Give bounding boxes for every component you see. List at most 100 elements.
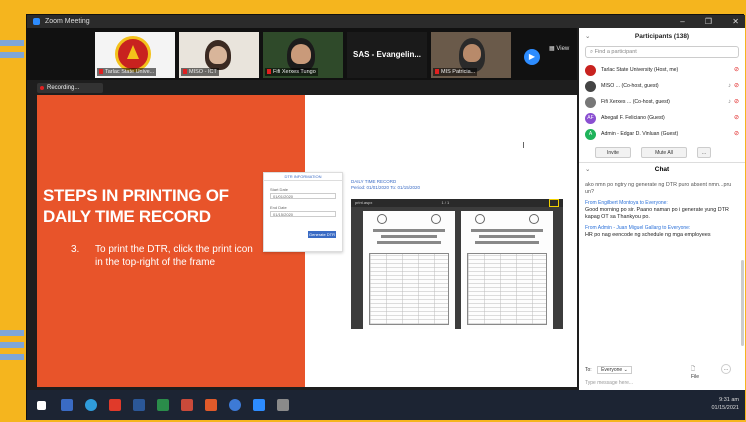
avatar [585, 65, 596, 76]
video-off-icon: ⊘ [733, 99, 739, 105]
muted-mic-icon [99, 69, 103, 75]
mic-icon: ♪ [727, 99, 731, 105]
video-tile[interactable]: MIS Patricia... [431, 32, 511, 78]
video-off-icon: ⊘ [733, 83, 739, 89]
participant-row[interactable]: Fifi Xerxes ... (Co-host, guest) ♪ ⊘ [579, 94, 745, 110]
maximize-button[interactable]: ❐ [705, 17, 712, 26]
participant-row[interactable]: A Admin - Edgar D. Vinluan (Guest) ⊘ [579, 126, 745, 142]
app-icon[interactable] [205, 399, 217, 411]
participant-status: ⊘ [734, 62, 739, 78]
tile-name: SAS - Evangelin... [352, 50, 421, 59]
mic-muted-icon: ⊘ [733, 131, 739, 137]
dtr-table [369, 253, 449, 325]
page-text-line [475, 241, 539, 244]
print-icon[interactable] [549, 199, 559, 207]
muted-mic-icon [267, 69, 271, 75]
decor-stripe [0, 52, 24, 58]
video-tile[interactable]: Fifi Xerxes Tungo [263, 32, 343, 78]
participant-row[interactable]: AF Abegail F. Feliciano (Guest) ⊘ [579, 110, 745, 126]
avatar [585, 81, 596, 92]
participant-face [209, 46, 227, 64]
close-button[interactable]: ✕ [732, 17, 739, 26]
step-number: 3. [71, 244, 80, 255]
chat-message-input[interactable]: Type message here... [585, 380, 633, 386]
participant-status: ♪ ⊘ [728, 94, 739, 110]
clock-date: 01/15/2021 [711, 405, 739, 411]
recording-label: Recording... [47, 85, 80, 91]
app-icon[interactable] [277, 399, 289, 411]
participant-status: ⊘ [734, 110, 739, 126]
participants-header: ⌄ Participants (138) [579, 28, 745, 46]
avatar: A [585, 129, 596, 140]
more-icon[interactable]: … [721, 364, 731, 374]
chevron-down-icon[interactable]: ⌄ [585, 163, 590, 177]
participant-row[interactable]: Tarlac State University (Host, me) ⊘ [579, 62, 745, 78]
start-date-label: Start Date [270, 187, 289, 192]
participant-row[interactable]: MISO ... (Co-host, guest) ♪ ⊘ [579, 78, 745, 94]
chat-title: Chat [654, 166, 670, 173]
next-page-arrow-icon[interactable]: ▶ [524, 49, 540, 65]
chat-placeholder: Type message here... [585, 380, 634, 386]
video-tile[interactable]: Tarlac State Unive... [95, 32, 175, 78]
seal-icon [377, 214, 387, 224]
chevron-down-icon[interactable]: ⌄ [585, 28, 590, 46]
seal-icon [475, 214, 485, 224]
zoom-window: Zoom Meeting – ❐ ✕ Tarlac State Unive...… [26, 14, 745, 420]
chat-scrollbar[interactable] [741, 260, 744, 346]
edge-browser-icon[interactable] [85, 399, 97, 411]
window-title: Zoom Meeting [44, 18, 90, 25]
participant-name: MISO ... (Co-host, guest) [601, 83, 659, 89]
page-text-line [381, 235, 437, 238]
powerpoint-icon[interactable] [181, 399, 193, 411]
screenshot-frame: Zoom Meeting – ❐ ✕ Tarlac State Unive...… [0, 0, 746, 422]
minimize-button[interactable]: – [680, 17, 684, 26]
start-icon[interactable] [37, 401, 46, 410]
chat-message-text: HR po nag eencode ng schedule ng mga emp… [585, 232, 711, 238]
participant-search-input[interactable]: ⌕ Find a participant [585, 46, 739, 58]
window-controls: – ❐ ✕ [662, 15, 739, 28]
viewer-filename: print.aspx [355, 200, 373, 205]
avatar: AF [585, 113, 596, 124]
recording-indicator[interactable]: Recording... [37, 83, 103, 93]
task-view-icon[interactable] [61, 399, 73, 411]
viewer-page-count: 1 / 1 [441, 200, 450, 205]
tile-name: Tarlac State Unive... [105, 69, 155, 75]
tile-name: Fifi Xerxes Tungo [273, 69, 316, 75]
file-button[interactable]: 🗋 File [691, 366, 699, 380]
chat-messages: ako nmn po ngtry ng generate ng DTR puro… [579, 176, 745, 239]
page-text-line [479, 235, 535, 238]
seal-icon [431, 214, 441, 224]
end-date-field[interactable]: 01/15/2020 [270, 211, 336, 217]
end-date-label: End Date [270, 205, 287, 210]
to-label: To: [585, 367, 592, 373]
page-text-line [377, 241, 441, 244]
participant-name: Fifi Xerxes ... (Co-host, guest) [601, 99, 670, 105]
video-tile[interactable]: MISO - ICT [179, 32, 259, 78]
generate-dtr-button[interactable]: Generate DTR [308, 231, 336, 238]
word-icon[interactable] [133, 399, 145, 411]
clock[interactable]: 9:31 am 01/15/2021 [711, 396, 739, 412]
zoom-icon [33, 17, 40, 25]
decor-stripe [0, 342, 24, 348]
chat-message-sender: From Engilbert Montoya to Everyone: [585, 200, 668, 206]
mute-all-button[interactable]: Mute All [641, 147, 687, 158]
zoom-icon[interactable] [253, 399, 265, 411]
decor-stripe [0, 354, 24, 360]
more-options-button[interactable]: … [697, 147, 711, 158]
start-date-field[interactable]: 01/01/2020 [270, 193, 336, 199]
participant-face [291, 44, 311, 64]
invite-button[interactable]: Invite [595, 147, 631, 158]
participant-name: Abegail F. Feliciano (Guest) [601, 115, 665, 121]
recipient-select[interactable]: Everyone ⌄ [597, 366, 632, 374]
video-tile[interactable]: SAS - Evangelin... [347, 32, 427, 78]
step-text: To print the DTR, click the print icon i… [95, 244, 253, 268]
title-bar: Zoom Meeting – ❐ ✕ [27, 15, 745, 28]
view-button[interactable]: ▦ View [549, 45, 569, 52]
dtr-heading: DAILY TIME RECORD Period: 01/01/2020 To:… [351, 179, 420, 191]
app-icon[interactable] [109, 399, 121, 411]
shared-screen: STEPS IN PRINTING OF DAILY TIME RECORD 3… [37, 95, 577, 387]
viewer-toolbar: print.aspx 1 / 1 [351, 199, 563, 207]
chrome-icon[interactable] [229, 399, 241, 411]
mic-muted-icon: ⊘ [733, 115, 739, 121]
excel-icon[interactable] [157, 399, 169, 411]
